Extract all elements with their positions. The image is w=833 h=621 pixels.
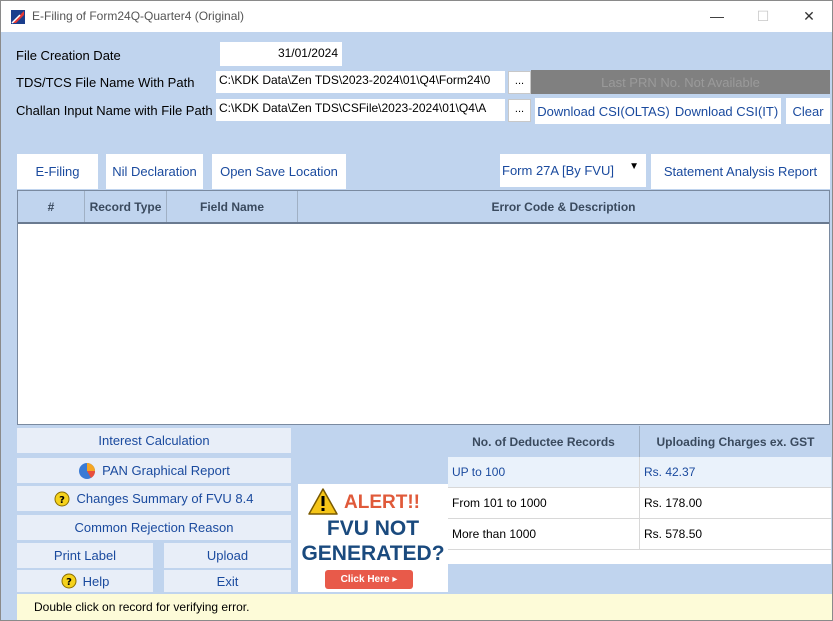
column-header-number[interactable]: #: [18, 191, 85, 222]
charge-range: More than 1000: [448, 519, 640, 549]
last-prn-display: Last PRN No. Not Available: [531, 70, 830, 94]
help-circle-icon: ?: [61, 573, 77, 589]
warning-icon: [308, 488, 338, 518]
help-label: Help: [82, 573, 110, 589]
fvu-alert-banner[interactable]: ALERT!! FVU NOT GENERATED? Click Here ▸: [298, 484, 448, 592]
charges-header: No. of Deductee Records Uploading Charge…: [448, 426, 831, 457]
upload-button[interactable]: Upload: [164, 543, 291, 568]
common-rejection-button[interactable]: Common Rejection Reason: [17, 515, 291, 540]
table-row[interactable]: From 101 to 1000 Rs. 178.00: [448, 488, 831, 519]
efiling-button[interactable]: E-Filing: [17, 154, 98, 189]
alert-line-2: GENERATED?: [301, 542, 445, 565]
nil-declaration-button[interactable]: Nil Declaration: [106, 154, 203, 189]
challan-field[interactable]: C:\KDK Data\Zen TDS\CSFile\2023-2024\01\…: [216, 99, 505, 121]
click-here-button[interactable]: Click Here ▸: [325, 570, 413, 589]
clear-button[interactable]: Clear: [786, 98, 830, 124]
form-type-select-value: Form 27A [By FVU]: [502, 163, 614, 178]
charge-amount: Rs. 178.00: [644, 496, 703, 510]
pie-chart-icon: [78, 462, 96, 480]
close-button[interactable]: ✕: [786, 3, 832, 29]
challan-browse-button[interactable]: ...: [508, 99, 531, 122]
file-name-field[interactable]: C:\KDK Data\Zen TDS\2023-2024\01\Q4\Form…: [216, 71, 505, 93]
dropdown-arrow-icon: ▼: [629, 161, 639, 172]
alert-heading: ALERT!!: [308, 488, 420, 518]
charge-range: UP to 100: [448, 457, 640, 487]
file-creation-date-label: File Creation Date: [16, 48, 121, 63]
changes-summary-button[interactable]: ? Changes Summary of FVU 8.4: [17, 486, 291, 511]
maximize-button[interactable]: ☐: [740, 3, 786, 29]
help-button[interactable]: ? Help: [17, 570, 153, 592]
column-header-uploading-charges: Uploading Charges ex. GST: [656, 434, 815, 449]
download-csi-it-button[interactable]: Download CSI(IT): [672, 98, 781, 124]
title-bar: E-Filing of Form24Q-Quarter4 (Original) …: [1, 1, 832, 32]
status-text: Double click on record for verifying err…: [34, 600, 250, 614]
error-grid[interactable]: # Record Type Field Name Error Code & De…: [17, 190, 830, 425]
alert-line-1: FVU NOT: [326, 517, 420, 540]
challan-label: Challan Input Name with File Path: [16, 103, 213, 118]
table-row[interactable]: More than 1000 Rs. 578.50: [448, 519, 831, 550]
charge-amount: Rs. 42.37: [644, 465, 696, 479]
efiling-window: E-Filing of Form24Q-Quarter4 (Original) …: [0, 0, 833, 621]
help-circle-icon: ?: [54, 491, 70, 507]
svg-text:?: ?: [66, 577, 72, 588]
window-title: E-Filing of Form24Q-Quarter4 (Original): [32, 9, 245, 23]
charge-amount: Rs. 578.50: [644, 527, 703, 541]
app-logo-icon: [10, 9, 26, 25]
table-row[interactable]: UP to 100 Rs. 42.37: [448, 457, 831, 488]
upload-charges-table: No. of Deductee Records Uploading Charge…: [448, 426, 831, 564]
open-save-location-button[interactable]: Open Save Location: [212, 154, 346, 189]
form-type-select[interactable]: Form 27A [By FVU] ▼: [500, 154, 646, 187]
svg-text:?: ?: [60, 495, 66, 506]
print-label-button[interactable]: Print Label: [17, 543, 153, 568]
alert-word: ALERT!!: [344, 492, 420, 513]
column-header-deductee-records: No. of Deductee Records: [448, 426, 640, 457]
file-browse-button[interactable]: ...: [508, 71, 531, 94]
exit-button[interactable]: Exit: [164, 570, 291, 592]
charge-range: From 101 to 1000: [448, 488, 640, 518]
pan-graphical-report-label: PAN Graphical Report: [102, 463, 230, 478]
pan-graphical-report-button[interactable]: PAN Graphical Report: [17, 458, 291, 483]
file-name-label: TDS/TCS File Name With Path: [16, 75, 195, 90]
status-bar: Double click on record for verifying err…: [17, 594, 832, 620]
interest-calculation-button[interactable]: Interest Calculation: [17, 428, 291, 453]
statement-analysis-button[interactable]: Statement Analysis Report: [651, 154, 830, 189]
changes-summary-label: Changes Summary of FVU 8.4: [76, 491, 254, 506]
download-csi-oltas-button[interactable]: Download CSI(OLTAS): [535, 98, 672, 124]
error-grid-header: # Record Type Field Name Error Code & De…: [18, 191, 829, 224]
file-creation-date-field[interactable]: 31/01/2024: [220, 42, 342, 66]
column-header-record-type[interactable]: Record Type: [85, 191, 167, 222]
column-header-field-name[interactable]: Field Name: [167, 191, 298, 222]
column-header-error-code[interactable]: Error Code & Description: [298, 191, 829, 222]
minimize-button[interactable]: —: [694, 3, 740, 29]
